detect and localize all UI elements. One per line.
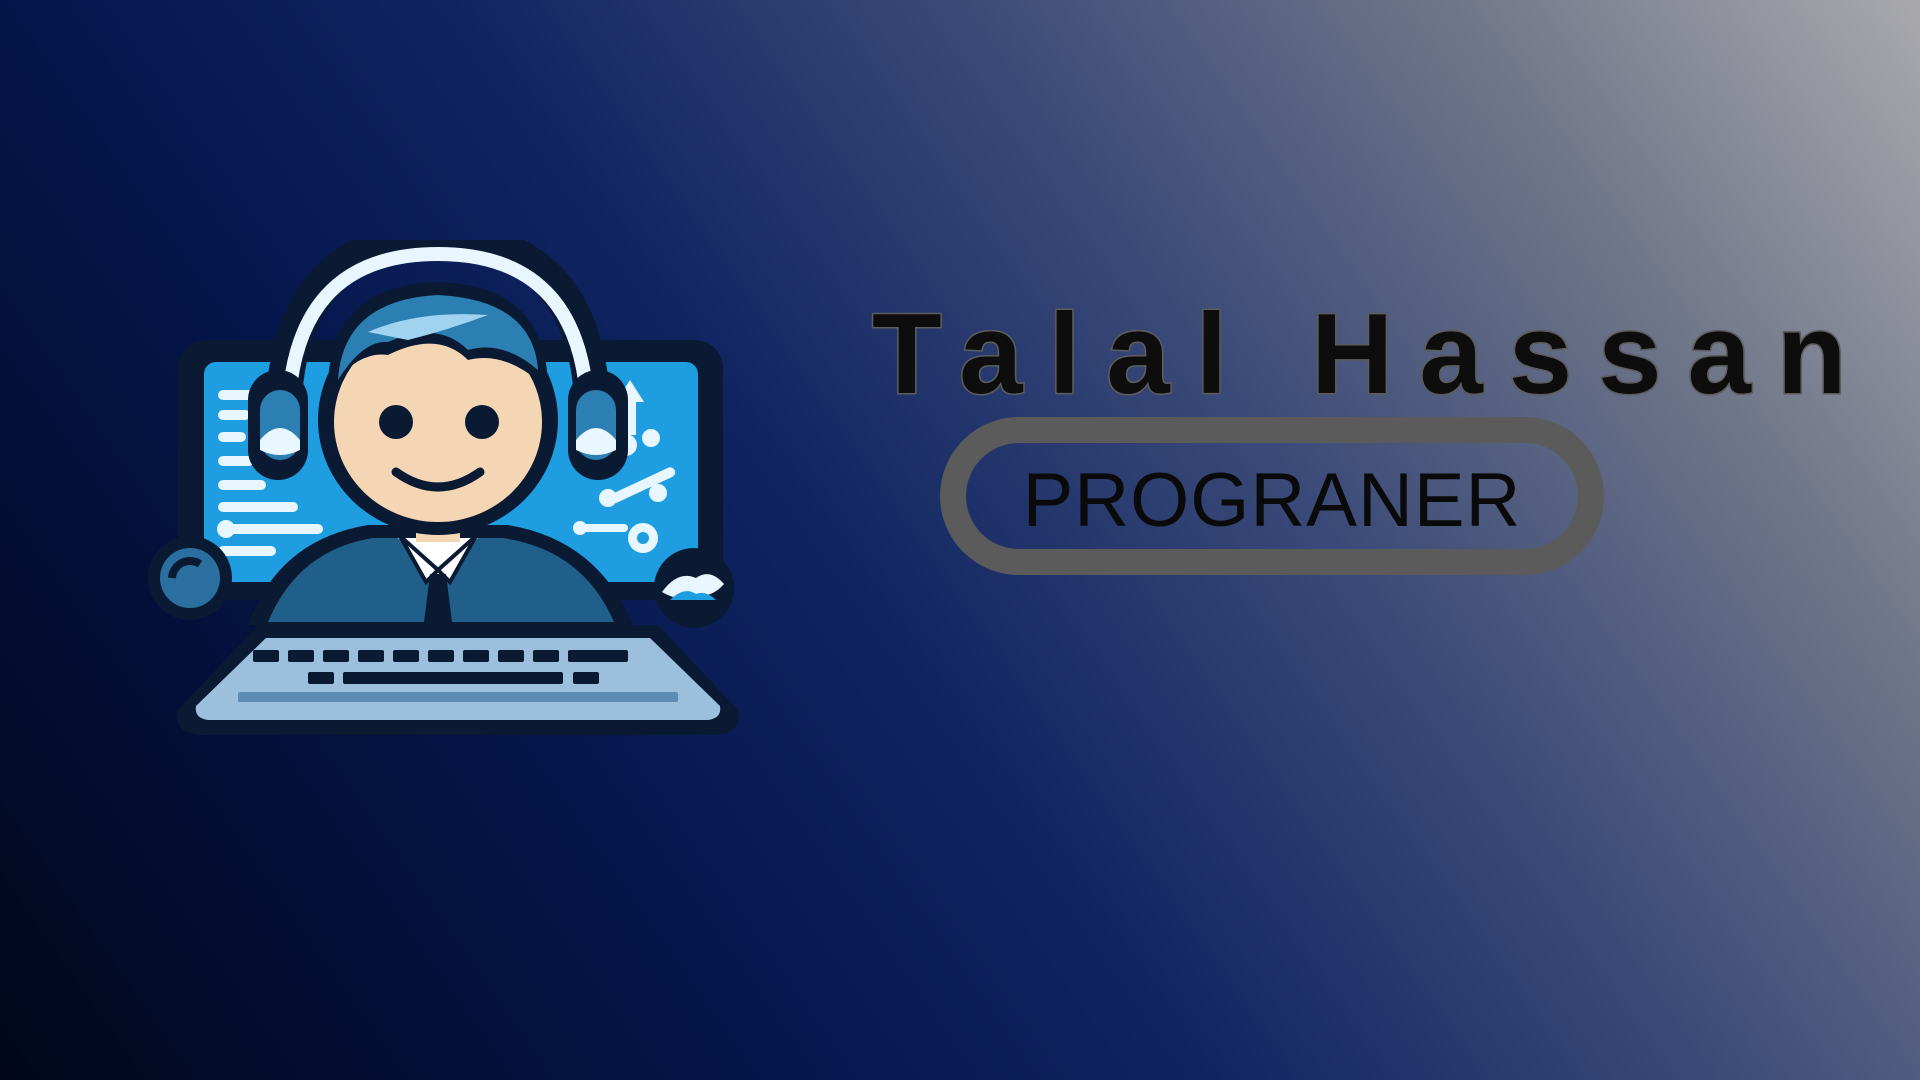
role-label: PROGRANER [1022,458,1522,543]
programmer-mascot-icon [138,240,758,750]
profile-name: Talal Hassan [871,291,1873,418]
role-badge: PROGRANER [940,417,1604,575]
